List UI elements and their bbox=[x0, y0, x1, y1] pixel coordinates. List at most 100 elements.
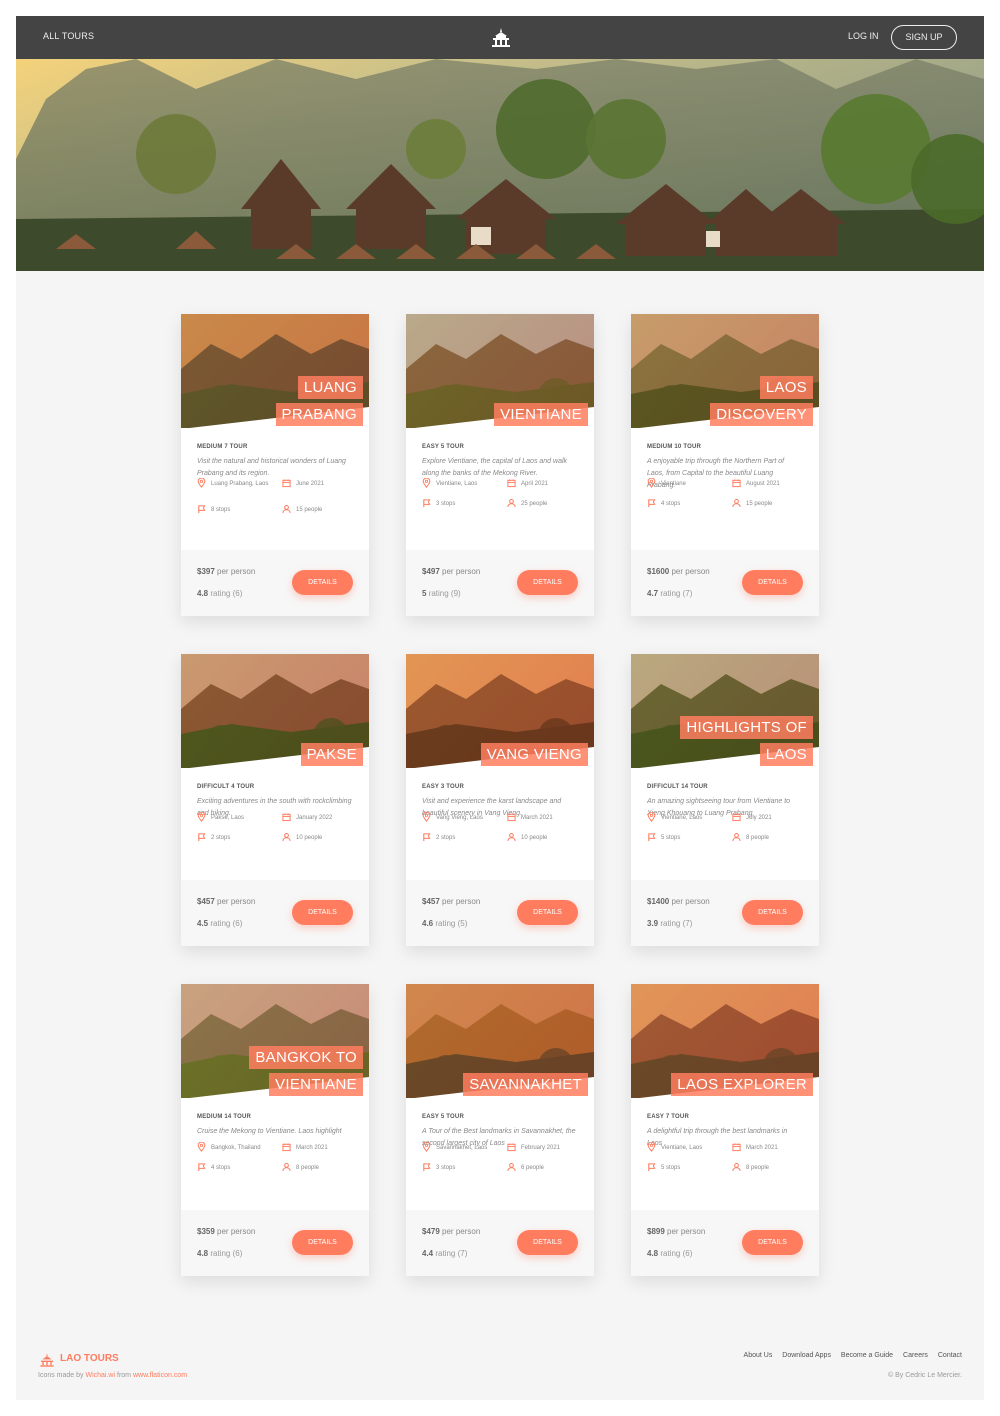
tour-stops: 5 stops bbox=[661, 835, 681, 841]
top-nav: ALL TOURS LOG IN SIGN UP bbox=[16, 16, 984, 59]
log-in-link[interactable]: LOG IN bbox=[848, 31, 879, 41]
tour-details: EASY 3 TOUR Visit and experience the kar… bbox=[406, 768, 594, 892]
tour-card: BANGKOK TO VIENTIANE MEDIUM 14 TOUR Cruis… bbox=[181, 984, 369, 1276]
tour-footer: $397 per person 4.8 rating (6) DETAILS bbox=[181, 550, 369, 616]
tour-location: Vang Vieng, Laos bbox=[436, 815, 483, 821]
tour-difficulty: EASY 5 TOUR bbox=[422, 1114, 464, 1120]
tour-rating: 4.8 rating (6) bbox=[197, 589, 243, 598]
tour-difficulty: EASY 3 TOUR bbox=[422, 784, 464, 790]
tour-location: Vientiane, Laos bbox=[661, 1145, 703, 1151]
hero-landscape bbox=[16, 59, 984, 271]
calendar-icon bbox=[282, 478, 291, 490]
footer-brand: LAO TOURS bbox=[60, 1353, 119, 1364]
tour-details: DIFFICULT 4 TOUR Exciting adventures in … bbox=[181, 768, 369, 892]
calendar-icon bbox=[507, 1142, 516, 1154]
tour-image: SAVANNAKHET bbox=[406, 984, 594, 1098]
tour-stops: 3 stops bbox=[436, 501, 456, 507]
tour-price: $457 per person bbox=[422, 897, 481, 906]
tour-title: BANGKOK TO VIENTIANE bbox=[249, 1042, 363, 1096]
tour-card: VIENTIANE EASY 5 TOUR Explore Vientiane,… bbox=[406, 314, 594, 616]
footer-link-about[interactable]: About Us bbox=[744, 1352, 773, 1359]
tour-footer: $899 per person 4.8 rating (6) DETAILS bbox=[631, 1210, 819, 1276]
tour-image: HIGHLIGHTS OF LAOS bbox=[631, 654, 819, 768]
flag-icon bbox=[197, 832, 206, 844]
user-icon bbox=[732, 498, 741, 510]
footer-link-download[interactable]: Download Apps bbox=[782, 1352, 831, 1359]
tour-title: HIGHLIGHTS OF LAOS bbox=[680, 712, 813, 766]
user-icon bbox=[507, 832, 516, 844]
location-pin-icon bbox=[647, 811, 656, 824]
all-tours-link[interactable]: ALL TOURS bbox=[43, 31, 94, 41]
tour-details: EASY 7 TOUR A delightful trip through th… bbox=[631, 1098, 819, 1222]
tour-details: MEDIUM 10 TOUR A enjoyable trip through … bbox=[631, 428, 819, 552]
location-pin-icon bbox=[197, 811, 206, 824]
tour-footer: $1600 per person 4.7 rating (7) DETAILS bbox=[631, 550, 819, 616]
tour-difficulty: DIFFICULT 14 TOUR bbox=[647, 784, 708, 790]
location-pin-icon bbox=[422, 1141, 431, 1154]
tour-description: Visit the natural and historical wonders… bbox=[197, 458, 346, 477]
tour-people: 10 people bbox=[296, 835, 323, 841]
footer-link-contact[interactable]: Contact bbox=[938, 1352, 962, 1359]
tour-rating: 5 rating (9) bbox=[422, 589, 461, 598]
tour-location: Vientiane, Laos bbox=[661, 815, 703, 821]
tour-title: LUANG PRABANG bbox=[275, 372, 363, 426]
tour-footer: $457 per person 4.6 rating (5) DETAILS bbox=[406, 880, 594, 946]
tour-footer: $497 per person 5 rating (9) DETAILS bbox=[406, 550, 594, 616]
tour-card: SAVANNAKHET EASY 5 TOUR A Tour of the Be… bbox=[406, 984, 594, 1276]
calendar-icon bbox=[732, 478, 741, 490]
user-icon bbox=[282, 832, 291, 844]
tour-footer: $479 per person 4.4 rating (7) DETAILS bbox=[406, 1210, 594, 1276]
tour-price: $359 per person bbox=[197, 1227, 256, 1236]
tour-footer: $1400 per person 3.9 rating (7) DETAILS bbox=[631, 880, 819, 946]
icon-credit: Icons made by Wichai.wi from www.flatico… bbox=[38, 1372, 188, 1379]
temple-icon[interactable] bbox=[489, 25, 513, 49]
tour-title: LAOS DISCOVERY bbox=[710, 372, 813, 426]
tour-price: $397 per person bbox=[197, 567, 256, 576]
tour-title-line: VIENTIANE bbox=[494, 403, 588, 426]
tour-rating: 4.5 rating (6) bbox=[197, 919, 243, 928]
tour-title-line: LAOS bbox=[759, 376, 813, 399]
tour-difficulty: DIFFICULT 4 TOUR bbox=[197, 784, 255, 790]
tour-details: EASY 5 TOUR Explore Vientiane, the capit… bbox=[406, 428, 594, 552]
details-button[interactable]: DETAILS bbox=[292, 570, 353, 595]
tour-location: Luang Prabang, Laos bbox=[211, 481, 269, 487]
tour-details: MEDIUM 7 TOUR Visit the natural and hist… bbox=[181, 428, 369, 552]
tour-people: 8 people bbox=[296, 1165, 320, 1171]
tour-date: March 2021 bbox=[746, 1145, 778, 1151]
credit-author-link[interactable]: Wichai.wi bbox=[85, 1372, 115, 1379]
details-button[interactable]: DETAILS bbox=[517, 570, 578, 595]
details-button[interactable]: DETAILS bbox=[517, 1230, 578, 1255]
tour-location: Vientiane, Laos bbox=[436, 481, 478, 487]
footer-link-careers[interactable]: Careers bbox=[903, 1352, 928, 1359]
tour-details: DIFFICULT 14 TOUR An amazing sightseeing… bbox=[631, 768, 819, 892]
details-button[interactable]: DETAILS bbox=[742, 570, 803, 595]
details-button[interactable]: DETAILS bbox=[742, 1230, 803, 1255]
tour-card: LAOS DISCOVERY MEDIUM 10 TOUR A enjoyable… bbox=[631, 314, 819, 616]
details-button[interactable]: DETAILS bbox=[292, 900, 353, 925]
sign-up-button[interactable]: SIGN UP bbox=[891, 25, 957, 50]
location-pin-icon bbox=[197, 1141, 206, 1154]
tour-date: March 2021 bbox=[521, 815, 553, 821]
tour-people: 25 people bbox=[521, 501, 548, 507]
footer-link-guide[interactable]: Become a Guide bbox=[841, 1352, 893, 1359]
tour-stops: 5 stops bbox=[661, 1165, 681, 1171]
details-button[interactable]: DETAILS bbox=[517, 900, 578, 925]
tour-stops: 2 stops bbox=[436, 835, 456, 841]
flag-icon bbox=[197, 504, 206, 516]
tour-rating: 4.7 rating (7) bbox=[647, 589, 693, 598]
tour-difficulty: MEDIUM 7 TOUR bbox=[197, 444, 248, 450]
user-icon bbox=[507, 498, 516, 510]
details-button[interactable]: DETAILS bbox=[742, 900, 803, 925]
tour-price: $457 per person bbox=[197, 897, 256, 906]
tour-stops: 4 stops bbox=[661, 501, 681, 507]
credit-site-link[interactable]: www.flaticon.com bbox=[133, 1372, 187, 1379]
details-button[interactable]: DETAILS bbox=[292, 1230, 353, 1255]
temple-icon bbox=[40, 1353, 54, 1367]
tour-description: Explore Vientiane, the capital of Laos a… bbox=[422, 458, 568, 477]
location-pin-icon bbox=[197, 477, 206, 490]
tour-difficulty: EASY 5 TOUR bbox=[422, 444, 464, 450]
tour-title-line: LAOS EXPLORER bbox=[671, 1073, 813, 1096]
tour-card: PAKSE DIFFICULT 4 TOUR Exciting adventur… bbox=[181, 654, 369, 946]
tour-people: 8 people bbox=[746, 835, 770, 841]
tour-people: 8 people bbox=[746, 1165, 770, 1171]
